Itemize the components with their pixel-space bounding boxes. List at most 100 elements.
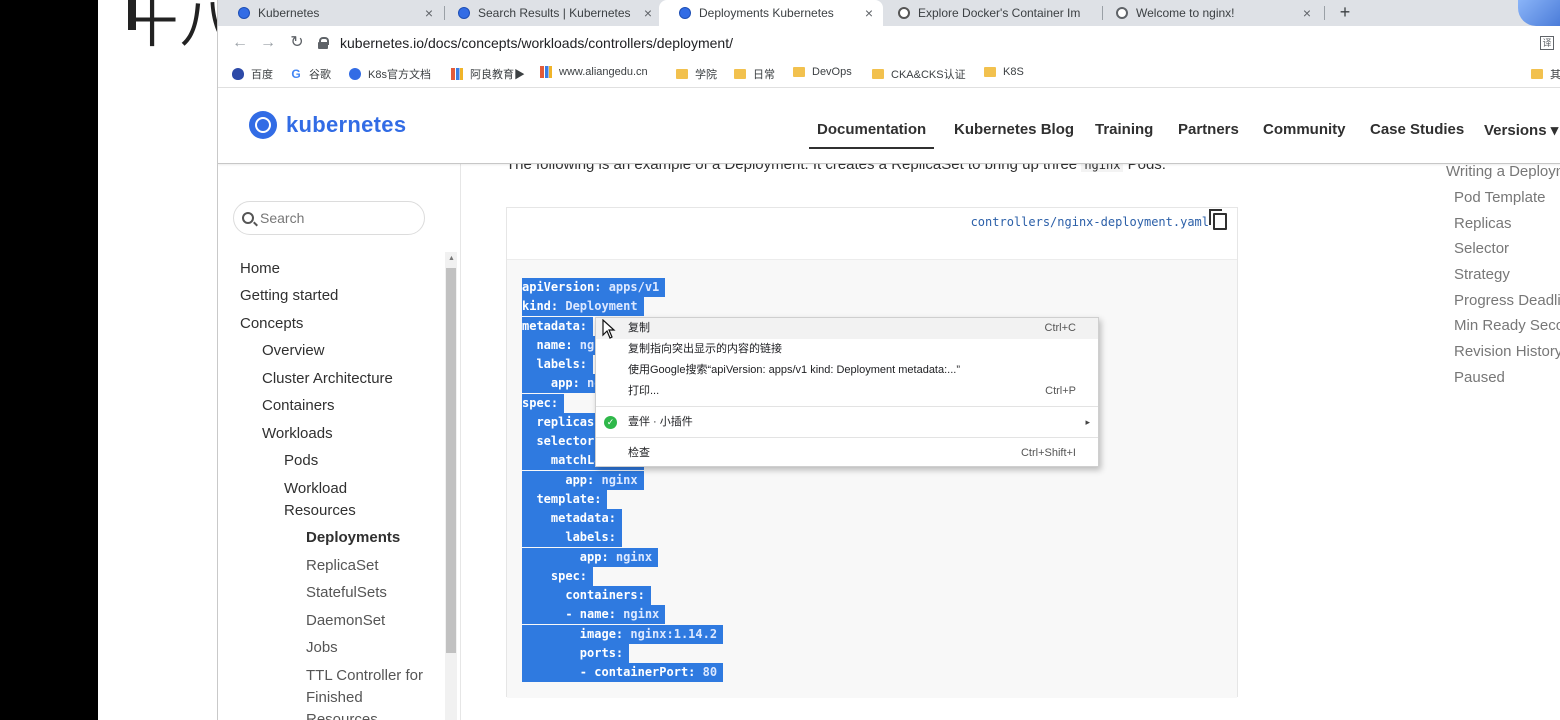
sidebar-item-overview[interactable]: Overview [262,340,325,362]
menu-item-copy-link-to-highlight[interactable]: 复制指向突出显示的内容的链接 [596,339,1098,360]
menu-item-copy[interactable]: 复制 Ctrl+C [596,318,1098,339]
sidebar-item-cluster-architecture[interactable]: Cluster Architecture [262,368,393,390]
profile-avatar[interactable] [1518,0,1560,26]
sidebar-item-pods[interactable]: Pods [284,450,318,472]
sidebar-item-replicaset[interactable]: ReplicaSet [306,555,379,577]
tab-docker[interactable]: Explore Docker's Container Im [878,0,1103,26]
code-filename-link[interactable]: controllers/nginx-deployment.yaml [971,215,1209,229]
code-line[interactable]: app: nginx [522,547,659,567]
toc-strategy[interactable]: Strategy [1454,266,1510,283]
menu-item-inspect[interactable]: 检查 Ctrl+Shift+I [596,443,1098,464]
close-icon[interactable]: × [640,5,656,21]
sidebar-item-deployments[interactable]: Deployments [306,527,400,549]
lock-icon[interactable] [318,37,329,49]
yaml-key: app: [522,472,595,487]
sidebar-item-workload-resources-2[interactable]: Resources [284,500,356,522]
sidebar-item-getting-started[interactable]: Getting started [240,285,338,307]
bookmark-folder-devops[interactable]: DevOps [793,66,852,78]
toc-writing-deployment[interactable]: Writing a Deploym [1446,163,1560,180]
nav-case-studies[interactable]: Case Studies [1370,121,1464,138]
folder-icon [984,67,996,77]
copy-icon[interactable] [1209,209,1227,230]
bookmark-folder-xueyuan[interactable]: 学院 [676,66,717,82]
bookmark-label: 阿良教育▶ [470,69,525,81]
sidebar-item-ttl-controller-3[interactable]: Resources [306,709,378,720]
sidebar-scrollbar[interactable]: ▲ [445,252,457,720]
tab-nginx[interactable]: Welcome to nginx! × [1096,0,1321,26]
yaml-key: kind: [522,299,559,314]
address-bar[interactable]: kubernetes.io/docs/concepts/workloads/co… [318,30,1536,56]
bookmark-folder-k8s[interactable]: K8S [984,66,1024,78]
sidebar-item-statefulsets[interactable]: StatefulSets [306,582,387,604]
bookmark-overflow[interactable]: 其 [1531,66,1560,82]
code-line[interactable]: containers: [522,586,651,605]
scroll-up-icon[interactable]: ▲ [448,255,455,262]
search-input[interactable]: Search [233,201,425,235]
globe-icon [1116,7,1128,19]
toc-progress-deadline[interactable]: Progress Deadli [1454,292,1560,309]
sidebar-item-workloads[interactable]: Workloads [262,423,333,445]
scrollbar-thumb[interactable] [446,268,456,653]
reload-button[interactable]: ↻ [287,32,307,54]
nav-versions[interactable]: Versions ▾ [1484,121,1558,139]
toc-pod-template[interactable]: Pod Template [1454,189,1545,206]
bookmark-label: 百度 [251,69,273,81]
tab-kubernetes[interactable]: Kubernetes × [218,0,443,26]
code-line[interactable]: ports: [522,643,630,663]
sidebar-item-concepts[interactable]: Concepts [240,313,303,335]
nav-partners[interactable]: Partners [1178,121,1239,138]
nav-documentation[interactable]: Documentation [808,121,935,149]
code-line[interactable]: apiVersion: apps/v1 [522,278,666,297]
selected-code-text: template: [522,489,608,509]
nav-blog[interactable]: Kubernetes Blog [954,121,1074,138]
bookmark-aliang[interactable]: 阿良教育▶ [451,66,525,82]
toc-replicas[interactable]: Replicas [1454,215,1512,232]
code-line[interactable]: labels: [522,528,622,548]
site-logo[interactable]: kubernetes [249,111,406,139]
tab-search-results[interactable]: Search Results | Kubernetes × [438,0,662,26]
code-line[interactable]: labels: [522,355,594,374]
bookmark-aliangedu[interactable]: www.aliangedu.cn [540,66,648,78]
sidebar-item-daemonset[interactable]: DaemonSet [306,610,385,632]
tab-deployments[interactable]: Deployments Kubernetes × [659,0,883,26]
sidebar-item-ttl-controller[interactable]: TTL Controller for [306,665,423,687]
sidebar-item-containers[interactable]: Containers [262,395,335,417]
close-icon[interactable]: × [861,5,877,21]
code-line[interactable]: spec: [522,566,594,586]
bookmark-folder-cka[interactable]: CKA&CKS认证 [872,66,966,82]
back-button[interactable]: ← [230,32,250,54]
toc-min-ready-seconds[interactable]: Min Ready Secor [1454,317,1560,334]
new-tab-button[interactable]: + [1334,2,1356,23]
bookmark-google[interactable]: G 谷歌 [290,66,331,82]
close-icon[interactable]: × [1299,5,1315,21]
menu-item-print[interactable]: 打印... Ctrl+P [596,381,1098,402]
sidebar-item-ttl-controller-2[interactable]: Finished [306,687,363,709]
context-menu: 复制 Ctrl+C 复制指向突出显示的内容的链接 使用Google搜索“apiV… [595,317,1099,467]
sidebar-item-home[interactable]: Home [240,258,280,280]
code-line[interactable]: template: [522,489,608,509]
code-line[interactable]: - name: nginx [522,605,666,625]
bookmark-baidu[interactable]: 百度 [232,66,273,82]
code-line[interactable]: image: nginx:1.14.2 [522,624,724,644]
code-line[interactable]: - containerPort: 80 [522,663,724,682]
sidebar-item-jobs[interactable]: Jobs [306,637,338,659]
forward-button[interactable]: → [258,32,278,54]
code-line[interactable]: kind: Deployment [522,297,644,317]
bookmark-folder-richang[interactable]: 日常 [734,66,775,82]
sidebar-item-workload-resources[interactable]: Workload [284,478,347,500]
toc-paused[interactable]: Paused [1454,369,1505,386]
kubernetes-icon [249,111,277,139]
close-icon[interactable]: × [421,5,437,21]
translate-icon[interactable]: 译 [1540,36,1554,50]
toc-selector[interactable]: Selector [1454,240,1509,257]
nav-community[interactable]: Community [1263,121,1346,138]
code-line[interactable]: spec: [522,393,565,413]
bookmark-k8s-docs[interactable]: K8s官方文档 [349,66,431,82]
nav-training[interactable]: Training [1095,121,1153,138]
menu-item-extension[interactable]: ✓ 壹伴 · 小插件 ▸ [596,412,1098,433]
code-line[interactable]: metadata: [522,316,594,336]
toc-revision-history[interactable]: Revision History [1454,343,1560,360]
menu-item-search-google[interactable]: 使用Google搜索“apiVersion: apps/v1 kind: Dep… [596,360,1098,381]
code-line[interactable]: app: nginx [522,470,644,490]
code-line[interactable]: metadata: [522,509,622,528]
